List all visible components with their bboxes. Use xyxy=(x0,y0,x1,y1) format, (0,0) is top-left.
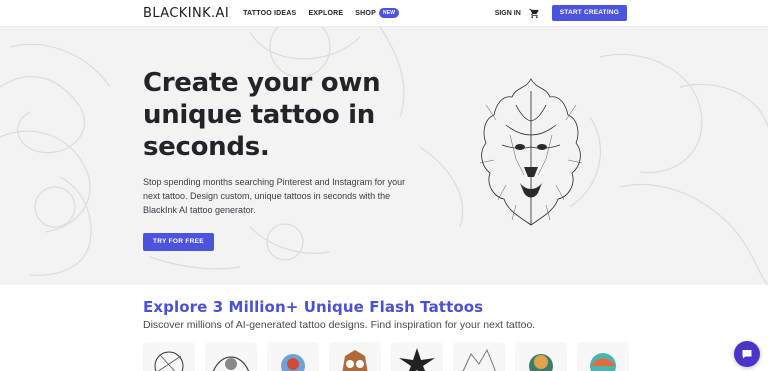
hero-copy: Create your own unique tattoo in seconds… xyxy=(143,67,443,251)
hero-title: Create your own unique tattoo in seconds… xyxy=(143,67,443,163)
nav-shop[interactable]: SHOP NEW xyxy=(355,8,400,18)
top-navbar: BLACKINK .AI TATTOO IDEAS EXPLORE SHOP NE… xyxy=(0,0,768,27)
cart-icon[interactable] xyxy=(529,8,540,19)
tattoo-thumbnail[interactable] xyxy=(205,342,257,371)
hero-title-line-2: unique tattoo in xyxy=(143,100,375,130)
lion-tattoo-illustration xyxy=(479,78,583,226)
tattoo-thumbnail[interactable] xyxy=(143,342,195,371)
tattoo-thumbnail[interactable] xyxy=(329,342,381,371)
explore-subtitle: Discover millions of AI-generated tattoo… xyxy=(143,319,536,331)
chat-icon xyxy=(742,350,752,359)
tattoo-thumbnail-row xyxy=(143,342,629,371)
hero-section: Create your own unique tattoo in seconds… xyxy=(0,27,768,285)
logo-text-suffix: .AI xyxy=(211,5,230,21)
new-badge: NEW xyxy=(378,8,400,18)
logo-text-primary: BLACKINK xyxy=(143,5,212,21)
tattoo-thumbnail[interactable] xyxy=(515,342,567,371)
tattoo-thumbnail[interactable] xyxy=(453,342,505,371)
tattoo-thumbnail[interactable] xyxy=(391,342,443,371)
chat-bubble-icon[interactable] xyxy=(734,341,760,367)
header-actions: SIGN IN START CREATING xyxy=(495,5,627,21)
nav-tattoo-ideas[interactable]: TATTOO IDEAS xyxy=(243,10,296,17)
main-nav: TATTOO IDEAS EXPLORE SHOP NEW xyxy=(243,8,400,18)
hero-description: Stop spending months searching Pinterest… xyxy=(143,177,406,215)
sign-in-link[interactable]: SIGN IN xyxy=(495,10,521,17)
explore-title: Explore 3 Million+ Unique Flash Tattoos xyxy=(143,298,484,316)
nav-explore[interactable]: EXPLORE xyxy=(308,10,343,17)
tattoo-thumbnail[interactable] xyxy=(267,342,319,371)
hero-title-line-1: Create your own xyxy=(143,68,381,98)
brand-logo[interactable]: BLACKINK .AI xyxy=(143,6,229,21)
hero-title-line-3: seconds. xyxy=(143,132,270,162)
tattoo-thumbnail[interactable] xyxy=(577,342,629,371)
explore-section: Explore 3 Million+ Unique Flash Tattoos … xyxy=(143,298,743,331)
nav-shop-label: SHOP xyxy=(355,9,376,17)
start-creating-button[interactable]: START CREATING xyxy=(551,5,627,21)
try-for-free-button[interactable]: TRY FOR FREE xyxy=(143,233,214,251)
